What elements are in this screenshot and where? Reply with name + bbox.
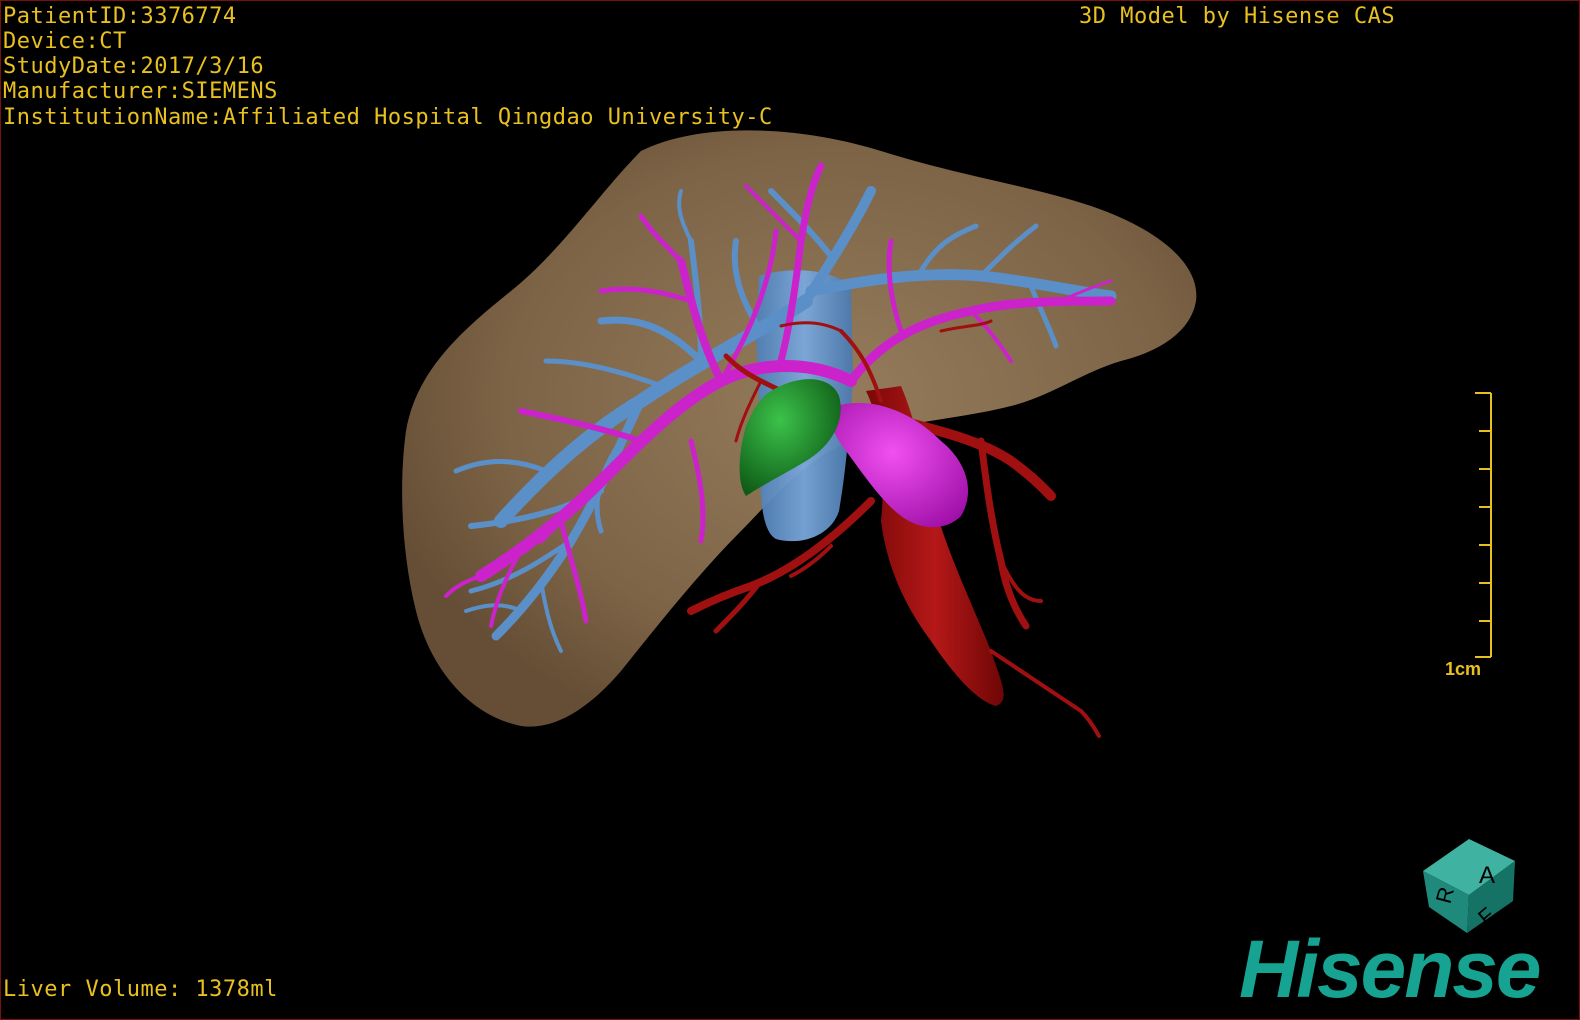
cube-label-a: A (1479, 862, 1495, 889)
manufacturer-text: Manufacturer:SIEMENS (3, 79, 278, 104)
institution-text: InstitutionName:Affiliated Hospital Qing… (3, 105, 773, 130)
patient-id-text: PatientID:3376774 (3, 4, 237, 29)
model-credit-text: 3D Model by Hisense CAS (1079, 4, 1396, 29)
liver-volume-text: Liver Volume: 1378ml (3, 977, 278, 1002)
scale-bar-icon (1475, 392, 1492, 658)
portal-vein-trunk[interactable] (830, 402, 969, 528)
hisense-logo: Hisense (1239, 924, 1542, 1015)
3d-viewport[interactable]: A R F PatientID:3376774 Device:CT StudyD… (0, 0, 1580, 1020)
scale-bar-label: 1cm (1445, 659, 1482, 679)
liver-3d-model[interactable]: A R F (1, 1, 1580, 1020)
device-text: Device:CT (3, 29, 127, 54)
study-date-text: StudyDate:2017/3/16 (3, 54, 265, 79)
orientation-cube-icon[interactable]: A R F (1423, 839, 1515, 933)
